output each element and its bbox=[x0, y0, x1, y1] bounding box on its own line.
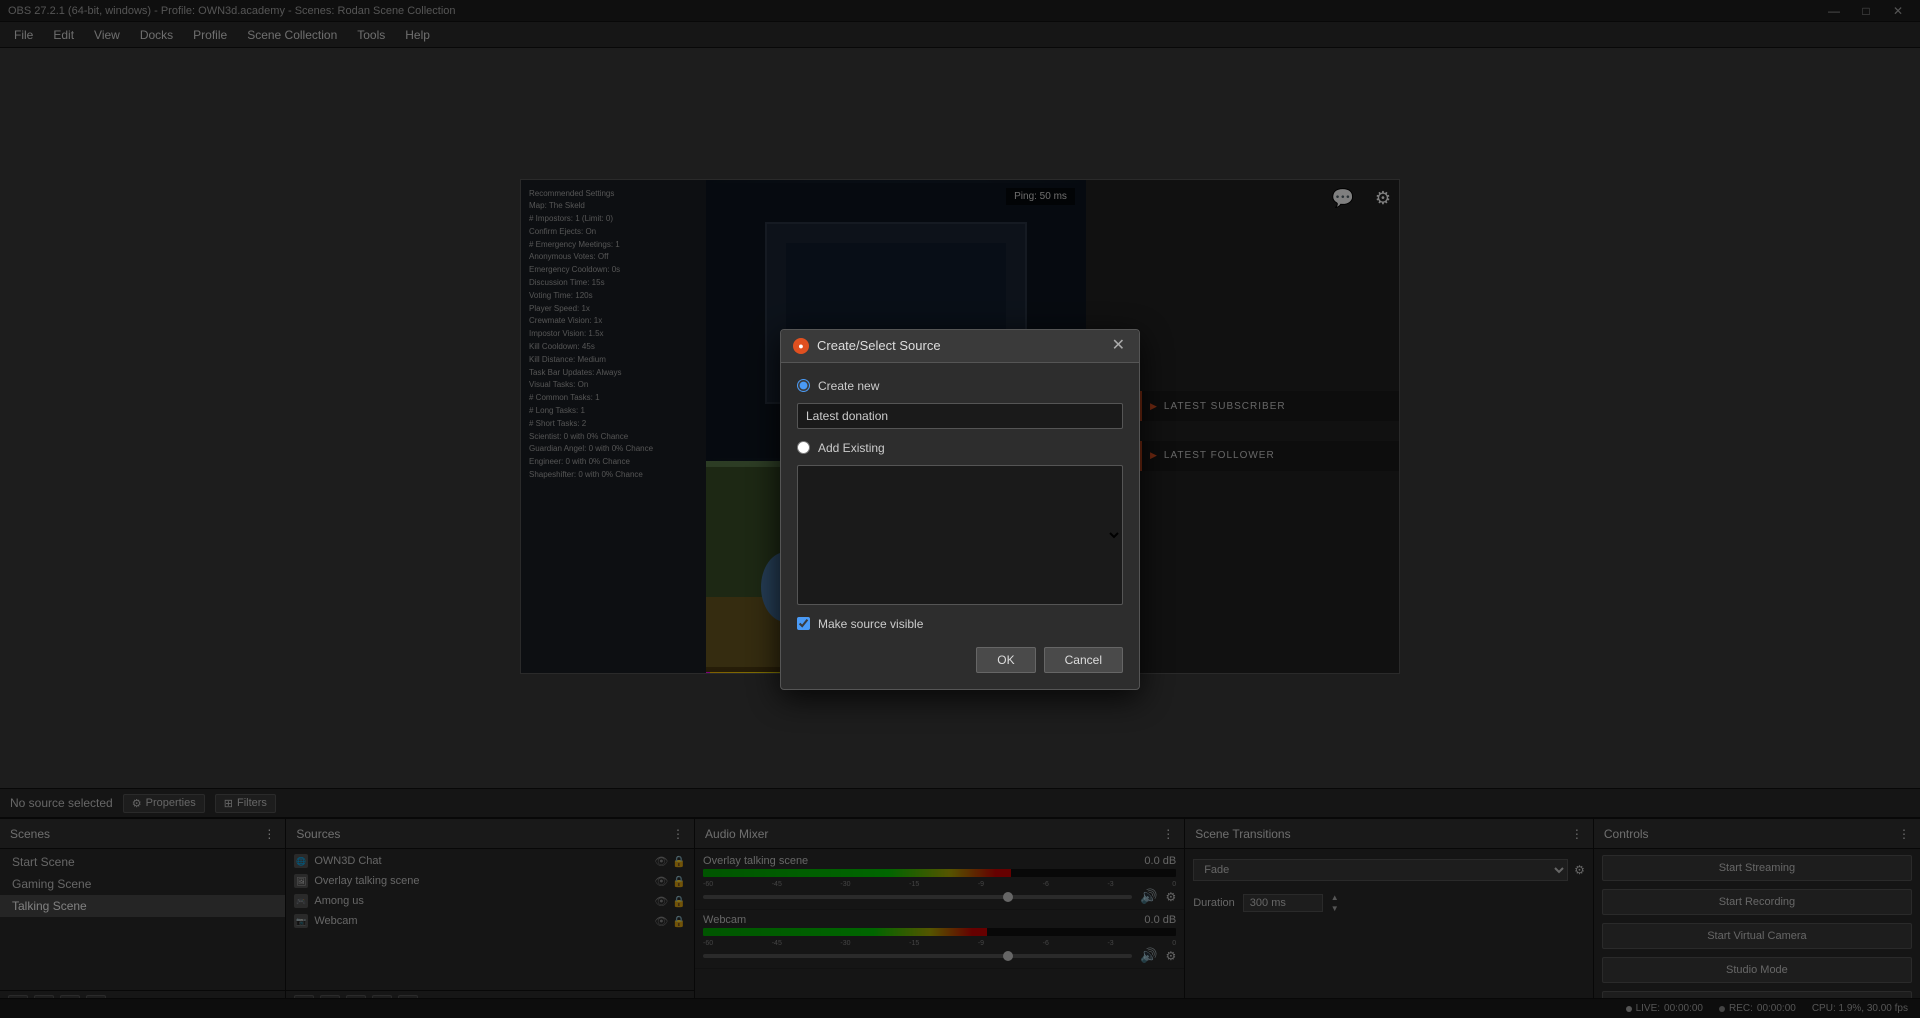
create-new-radio[interactable] bbox=[797, 379, 810, 392]
create-select-source-dialog: ● Create/Select Source ✕ Create new Add … bbox=[780, 329, 1140, 690]
make-visible-checkbox[interactable] bbox=[797, 617, 810, 630]
create-new-label: Create new bbox=[818, 379, 879, 393]
existing-sources-list[interactable] bbox=[797, 465, 1123, 605]
modal-title-row: ● Create/Select Source bbox=[793, 338, 941, 354]
modal-ok-button[interactable]: OK bbox=[976, 647, 1035, 673]
modal-close-button[interactable]: ✕ bbox=[1110, 338, 1127, 354]
modal-header: ● Create/Select Source ✕ bbox=[781, 330, 1139, 363]
add-existing-radio-row: Add Existing bbox=[797, 441, 1123, 455]
make-visible-label: Make source visible bbox=[818, 617, 923, 631]
obs-logo-icon: ● bbox=[793, 338, 809, 354]
make-visible-row: Make source visible bbox=[797, 617, 1123, 631]
modal-cancel-button[interactable]: Cancel bbox=[1044, 647, 1123, 673]
modal-footer: OK Cancel bbox=[797, 647, 1123, 673]
add-existing-label: Add Existing bbox=[818, 441, 885, 455]
modal-body: Create new Add Existing Make source visi… bbox=[781, 363, 1139, 689]
source-name-input[interactable] bbox=[797, 403, 1123, 429]
modal-title: Create/Select Source bbox=[817, 338, 941, 353]
create-new-radio-row: Create new bbox=[797, 379, 1123, 393]
modal-overlay[interactable]: ● Create/Select Source ✕ Create new Add … bbox=[0, 0, 1920, 1018]
add-existing-radio[interactable] bbox=[797, 441, 810, 454]
